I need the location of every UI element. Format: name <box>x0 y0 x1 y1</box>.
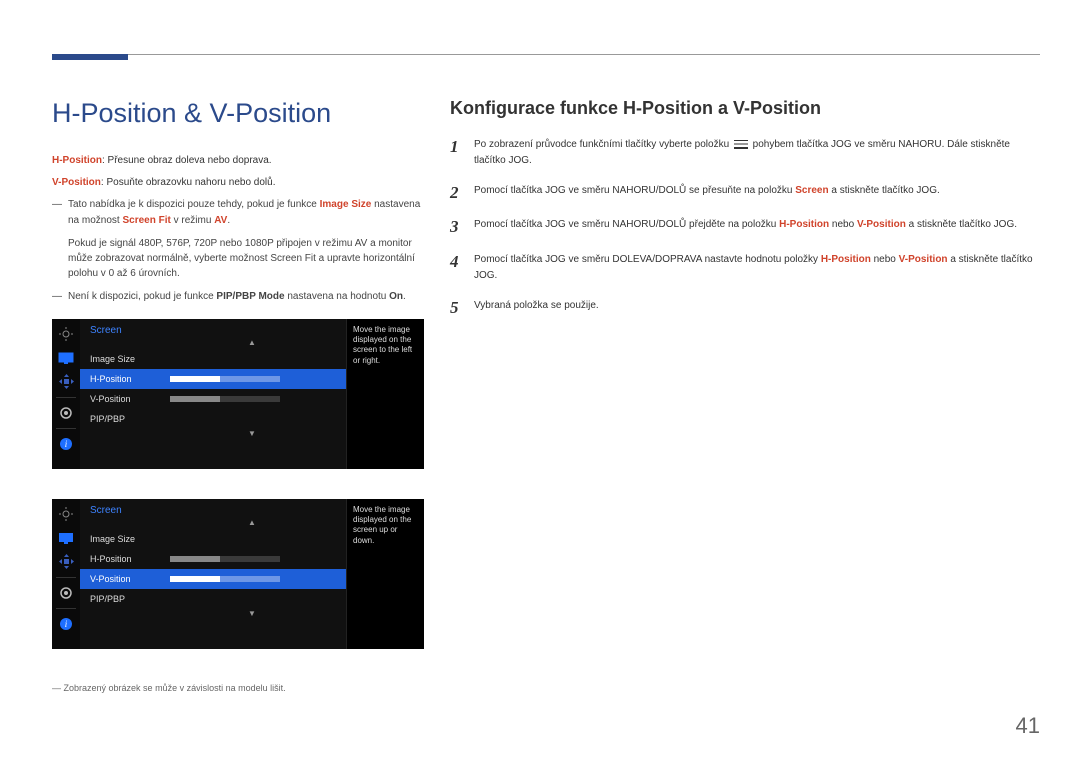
page-title: H-Position & V-Position <box>52 98 430 129</box>
left-column: H-Position & V-Position H-Position: Přes… <box>52 98 430 679</box>
osd-sidebar: i <box>52 499 80 649</box>
section-title: Konfigurace funkce H-Position a V-Positi… <box>450 98 1040 119</box>
screen-icon <box>57 529 75 547</box>
osd-tooltip: Move the image displayed on the screen t… <box>346 319 424 469</box>
h-position-term: H-Position <box>52 155 102 166</box>
note-1: Tato nabídka je k dispozici pouze tehdy,… <box>52 197 430 228</box>
page-number: 41 <box>1016 713 1040 739</box>
definition-v: V-Position: Posuňte obrazovku nahoru neb… <box>52 175 430 191</box>
osd-screenshot-v: i Screen ▲ Image Size Screen Fit H-Posit… <box>52 499 424 649</box>
step-number: 1 <box>450 137 474 169</box>
nav-icon <box>57 373 75 391</box>
step-text: Pomocí tlačítka JOG ve směru DOLEVA/DOPR… <box>474 252 1040 284</box>
nav-icon <box>57 553 75 571</box>
step-5: 5 Vybraná položka se použije. <box>450 298 1040 318</box>
step-text: Po zobrazení průvodce funkčními tlačítky… <box>474 137 1040 169</box>
info-icon: i <box>57 435 75 453</box>
osd-tooltip: Move the image displayed on the screen u… <box>346 499 424 649</box>
accent-block <box>52 54 128 60</box>
gear-icon <box>57 404 75 422</box>
brightness-icon <box>57 505 75 523</box>
step-text: Pomocí tlačítka JOG ve směru NAHORU/DOLŮ… <box>474 183 1040 203</box>
step-3: 3 Pomocí tlačítka JOG ve směru NAHORU/DO… <box>450 217 1040 237</box>
step-number: 4 <box>450 252 474 284</box>
footnote: Zobrazený obrázek se může v závislosti n… <box>52 683 286 693</box>
osd-main-panel: Screen ▲ Image Size Screen Fit H-Positio… <box>80 319 424 469</box>
note-1-sub: Pokud je signál 480P, 576P, 720P nebo 10… <box>52 236 430 281</box>
v-position-term: V-Position <box>52 177 101 188</box>
definition-h: H-Position: Přesune obraz doleva nebo do… <box>52 153 430 169</box>
osd-screenshot-h: i Screen ▲ Image Size Screen Fit H-Posit… <box>52 319 424 469</box>
step-2: 2 Pomocí tlačítka JOG ve směru NAHORU/DO… <box>450 183 1040 203</box>
menu-icon <box>734 140 748 149</box>
note-2: Není k dispozici, pokud je funkce PIP/PB… <box>52 289 430 305</box>
gear-icon <box>57 584 75 602</box>
screen-icon <box>57 349 75 367</box>
top-rule <box>52 54 1040 55</box>
osd-main-panel: Screen ▲ Image Size Screen Fit H-Positio… <box>80 499 424 649</box>
right-column: Konfigurace funkce H-Position a V-Positi… <box>450 98 1040 332</box>
step-4: 4 Pomocí tlačítka JOG ve směru DOLEVA/DO… <box>450 252 1040 284</box>
step-text: Vybraná položka se použije. <box>474 298 1040 318</box>
step-1: 1 Po zobrazení průvodce funkčními tlačít… <box>450 137 1040 169</box>
brightness-icon <box>57 325 75 343</box>
info-icon: i <box>57 615 75 633</box>
step-number: 3 <box>450 217 474 237</box>
step-number: 2 <box>450 183 474 203</box>
osd-sidebar: i <box>52 319 80 469</box>
step-number: 5 <box>450 298 474 318</box>
step-text: Pomocí tlačítka JOG ve směru NAHORU/DOLŮ… <box>474 217 1040 237</box>
